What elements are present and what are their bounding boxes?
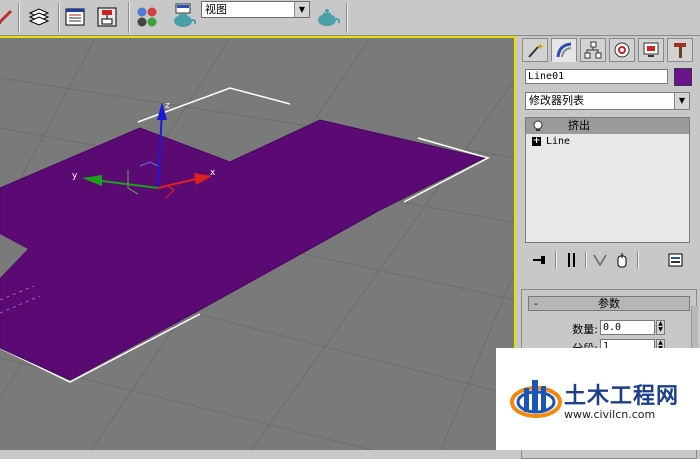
amount-spinner[interactable]: 0.0 [600,320,655,335]
rollout-header[interactable]: - 参数 [528,296,690,311]
motion-icon [614,42,630,58]
hierarchy-tab[interactable] [580,38,606,62]
y-axis-label: y [72,171,78,181]
modify-tab[interactable] [551,38,577,62]
material-editor-icon[interactable] [134,4,160,30]
view-dropdown-value: 视图 [205,3,227,16]
configure-modifier-sets-icon[interactable] [667,251,685,269]
pin-stack-icon[interactable] [531,251,549,269]
utilities-tab[interactable] [667,38,693,62]
watermark: 土木工程网 www.civilcn.com [496,348,700,450]
toolbar-separator [346,2,348,33]
toolbar-separator [637,251,639,269]
watermark-title: 土木工程网 [564,384,680,409]
object-color-swatch[interactable] [674,68,692,86]
toolbar-separator [128,2,130,33]
schematic-view-icon[interactable] [94,4,120,30]
civilcn-logo [510,380,562,418]
stack-item-extrude[interactable]: 挤出 [526,118,689,134]
modifier-list-dropdown[interactable]: 修改器列表 ▼ [525,92,690,110]
amount-param: 数量: 0.0 ▲ ▼ [528,320,688,336]
remove-modifier-icon[interactable] [613,251,631,269]
hammer-icon [674,43,686,58]
create-tab[interactable]: ✦ [522,38,548,62]
svg-text:✦: ✦ [536,42,544,53]
modifier-list-label: 修改器列表 [529,94,584,107]
modify-bend-icon [556,42,572,58]
toolbar-separator [555,251,557,269]
watermark-url: www.civilcn.com [564,408,656,421]
rollout-title: 参数 [598,297,620,310]
make-unique-icon[interactable] [591,251,609,269]
viewport-canvas[interactable]: z y x [0,38,516,450]
expand-plus-icon[interactable]: + [532,137,541,146]
display-tab[interactable] [638,38,664,62]
stack-item-label: Line [546,136,571,147]
stack-item-line[interactable]: + Line [526,134,689,150]
chevron-down-icon[interactable]: ▼ [294,2,309,17]
pencil-icon[interactable] [0,4,18,30]
toolbar-separator [18,2,20,33]
toolbar-separator [585,251,587,269]
toolbar-separator [58,2,60,33]
quick-render-icon[interactable] [314,4,340,30]
motion-tab[interactable] [609,38,635,62]
command-panel-tabs: ✦ [522,38,698,62]
hierarchy-icon [584,41,602,59]
modifier-stack: 挤出 + Line [525,117,690,243]
track-view-icon[interactable] [62,4,88,30]
layers-icon[interactable] [26,4,52,30]
perspective-viewport[interactable]: z y x [0,36,516,450]
lightbulb-icon[interactable] [532,120,544,132]
stack-toolbar [525,249,690,271]
amount-label: 数量: [572,323,598,336]
view-dropdown[interactable]: 视图 ▼ [201,1,310,18]
chevron-down-icon[interactable]: ▼ [674,93,689,109]
stack-item-label: 挤出 [568,119,590,132]
z-axis-label: z [165,101,170,111]
create-wand-icon: ✦ [528,42,544,58]
spinner-arrows-icon[interactable]: ▲▼ [656,320,665,335]
render-setup-icon[interactable] [170,3,196,30]
x-axis-label: x [210,168,216,178]
main-toolbar: 视图 ▼ [0,0,700,36]
object-name-field[interactable]: Line01 [525,69,668,84]
extruded-shape[interactable] [0,119,486,381]
display-monitor-icon [643,42,659,57]
show-end-result-icon[interactable] [563,251,581,269]
